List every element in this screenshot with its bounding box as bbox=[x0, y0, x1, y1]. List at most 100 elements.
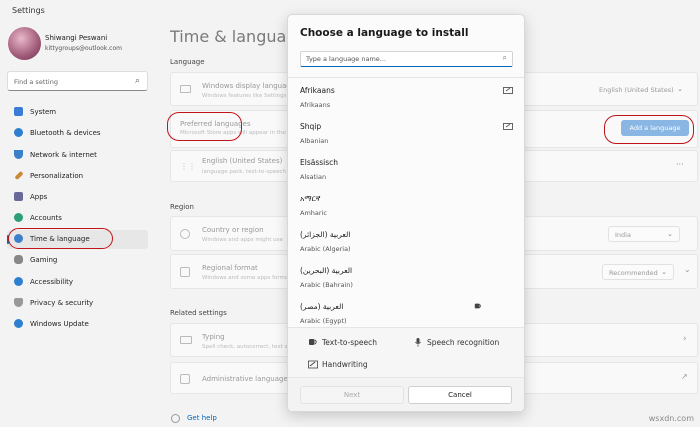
search-placeholder: Find a setting bbox=[14, 78, 58, 86]
microphone-icon bbox=[415, 338, 421, 347]
country-title: Country or region bbox=[202, 226, 264, 234]
regional-format-value: Recommended bbox=[609, 269, 658, 277]
sidebar-item-network[interactable]: Network & internet bbox=[7, 146, 148, 165]
language-english-name: Afrikaans bbox=[300, 101, 331, 109]
sidebar-item-accounts[interactable]: Accounts bbox=[7, 209, 148, 228]
english-language-title: English (United States) bbox=[202, 157, 283, 165]
feature-label: Handwriting bbox=[322, 360, 368, 369]
feature-label: Text-to-speech bbox=[322, 338, 378, 347]
brush-icon bbox=[14, 170, 24, 181]
country-select[interactable]: India ⌄ bbox=[608, 226, 680, 242]
sidebar-item-label: Apps bbox=[30, 193, 48, 201]
sidebar-item-privacy[interactable]: Privacy & security bbox=[7, 294, 148, 313]
sidebar-item-apps[interactable]: Apps bbox=[7, 188, 148, 207]
chevron-down-icon[interactable]: ⌄ bbox=[684, 265, 691, 274]
country-value: India bbox=[615, 231, 631, 239]
display-language-value: English (United States) bbox=[599, 86, 674, 94]
list-item[interactable]: العربية (البحرين) Arabic (Bahrain) bbox=[300, 260, 515, 296]
language-native-name: العربية (الجزائر) bbox=[300, 230, 351, 239]
sidebar-item-label: Network & internet bbox=[30, 151, 97, 159]
system-icon bbox=[14, 107, 23, 116]
avatar[interactable] bbox=[8, 27, 41, 60]
choose-language-dialog: Choose a language to install Type a lang… bbox=[287, 14, 525, 412]
sidebar-item-label: Accounts bbox=[30, 214, 62, 222]
chevron-down-icon: ⌄ bbox=[677, 85, 683, 93]
typing-title: Typing bbox=[202, 333, 225, 341]
section-related-settings: Related settings bbox=[170, 309, 227, 317]
watermark: wsxdn.com bbox=[648, 414, 694, 423]
language-native-name: العربية (مصر) bbox=[300, 302, 344, 311]
bluetooth-icon bbox=[14, 128, 23, 137]
sidebar-item-label: Gaming bbox=[30, 256, 58, 264]
network-icon bbox=[14, 150, 23, 159]
sidebar-item-gaming[interactable]: Gaming bbox=[7, 251, 148, 270]
handwriting-icon bbox=[308, 360, 318, 369]
next-button[interactable]: Next bbox=[300, 386, 404, 404]
sidebar-item-bluetooth[interactable]: Bluetooth & devices bbox=[7, 124, 148, 143]
highlight-oval bbox=[8, 228, 113, 249]
chevron-down-icon: ⌄ bbox=[667, 230, 673, 238]
language-features: Text-to-speech Speech recognition Handwr… bbox=[288, 327, 524, 383]
more-options-icon[interactable]: ··· bbox=[676, 160, 684, 169]
regional-format-subtitle: Windows and some apps format bbox=[202, 275, 291, 281]
language-search-placeholder: Type a language name... bbox=[306, 55, 387, 63]
sidebar-item-personalization[interactable]: Personalization bbox=[7, 167, 148, 186]
sidebar-item-label: Accessibility bbox=[30, 278, 74, 286]
list-item[interactable]: العربية (الجزائر) Arabic (Algeria) bbox=[300, 224, 515, 260]
language-english-name: Amharic bbox=[300, 209, 327, 217]
highlight-oval bbox=[604, 115, 694, 144]
list-item[interactable]: Shqip Albanian bbox=[300, 116, 515, 152]
chevron-down-icon: ⌄ bbox=[661, 268, 667, 276]
display-language-select[interactable]: English (United States) ⌄ bbox=[593, 82, 689, 98]
user-name: Shiwangi Peswani bbox=[45, 34, 108, 42]
dialog-title: Choose a language to install bbox=[300, 27, 469, 39]
language-native-name: العربية (البحرين) bbox=[300, 266, 353, 275]
display-language-title: Windows display language bbox=[202, 82, 296, 90]
language-search-input[interactable]: Type a language name... ⌕ bbox=[300, 51, 513, 67]
typing-subtitle: Spell check, autocorrect, text sug bbox=[202, 344, 295, 350]
sidebar-item-label: Privacy & security bbox=[30, 299, 94, 307]
drag-handle-icon[interactable]: ⋮⋮ bbox=[180, 162, 196, 171]
sidebar-item-label: Bluetooth & devices bbox=[30, 129, 101, 137]
shield-icon bbox=[14, 298, 23, 307]
page-title: Time & language bbox=[170, 27, 307, 46]
regional-format-title: Regional format bbox=[202, 264, 258, 272]
search-input[interactable]: Find a setting ⌕ bbox=[7, 71, 148, 91]
sidebar-item-accessibility[interactable]: Accessibility bbox=[7, 273, 148, 292]
list-item[interactable]: Elsässisch Alsatian bbox=[300, 152, 515, 188]
dialog-button-bar: Next Cancel bbox=[288, 377, 524, 411]
country-subtitle: Windows and apps might use bbox=[202, 237, 283, 243]
display-language-icon bbox=[503, 87, 513, 94]
sidebar-item-windows-update[interactable]: Windows Update bbox=[7, 315, 148, 334]
highlight-oval bbox=[167, 112, 242, 141]
regional-format-select[interactable]: Recommended ⌄ bbox=[602, 264, 674, 280]
regional-format-icon bbox=[180, 267, 190, 277]
user-email: kittygroups@outlook.com bbox=[45, 45, 122, 52]
language-english-name: Albanian bbox=[300, 137, 329, 145]
window-title: Settings bbox=[12, 6, 45, 15]
english-language-subtitle: language pack, text-to-speech bbox=[202, 169, 287, 175]
open-external-icon: ↗ bbox=[681, 372, 688, 381]
list-item[interactable]: Afrikaans Afrikaans bbox=[300, 80, 515, 116]
display-icon bbox=[180, 85, 191, 93]
get-help-link[interactable]: Get help bbox=[187, 414, 217, 422]
language-list[interactable]: Afrikaans Afrikaans Shqip Albanian Elsäs… bbox=[288, 77, 524, 327]
gaming-icon bbox=[14, 255, 23, 264]
language-english-name: Arabic (Bahrain) bbox=[300, 281, 353, 289]
sidebar-item-system[interactable]: System bbox=[7, 103, 148, 122]
language-english-name: Alsatian bbox=[300, 173, 327, 181]
language-native-name: አማርኛ bbox=[300, 194, 321, 203]
sidebar-item-label: System bbox=[30, 108, 57, 116]
windows-update-icon bbox=[14, 319, 23, 328]
language-native-name: Elsässisch bbox=[300, 158, 339, 167]
display-language-icon bbox=[503, 123, 513, 130]
search-icon: ⌕ bbox=[502, 53, 507, 62]
admin-language-title: Administrative language se bbox=[202, 375, 298, 383]
cancel-button[interactable]: Cancel bbox=[408, 386, 512, 404]
list-item[interactable]: አማርኛ Amharic bbox=[300, 188, 515, 224]
section-language: Language bbox=[170, 58, 205, 66]
language-english-name: Arabic (Egypt) bbox=[300, 317, 347, 325]
section-region: Region bbox=[170, 203, 194, 211]
language-native-name: Shqip bbox=[300, 122, 322, 131]
feature-label: Speech recognition bbox=[427, 338, 500, 347]
